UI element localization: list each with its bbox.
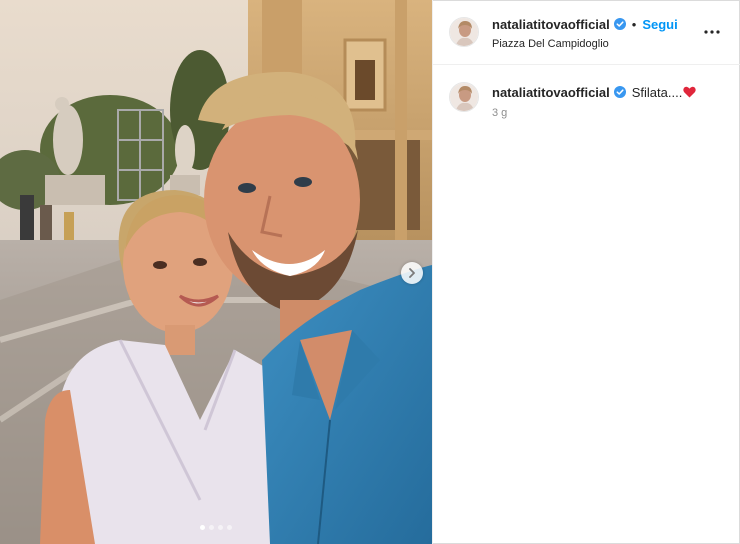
follow-button[interactable]: Segui bbox=[642, 17, 677, 32]
carousel-dot bbox=[200, 525, 205, 530]
separator-dot: • bbox=[631, 17, 637, 32]
avatar[interactable] bbox=[449, 17, 479, 47]
carousel-indicator bbox=[0, 525, 432, 530]
post-photo[interactable] bbox=[0, 0, 432, 544]
post-header: nataliatitovaofficial • Segui Piazza Del C… bbox=[433, 0, 740, 65]
caption-avatar[interactable] bbox=[449, 82, 479, 112]
post-location[interactable]: Piazza Del Campidoglio bbox=[492, 38, 609, 50]
carousel-dot bbox=[218, 525, 223, 530]
caption-username[interactable]: nataliatitovaofficial bbox=[492, 85, 610, 100]
post-username[interactable]: nataliatitovaofficial bbox=[492, 17, 610, 32]
carousel-dot bbox=[209, 525, 214, 530]
carousel-next-button[interactable] bbox=[401, 262, 423, 284]
verified-badge-icon bbox=[613, 86, 626, 98]
post-details-panel: nataliatitovaofficial • Segui Piazza Del C… bbox=[432, 0, 740, 544]
caption-text: Sfilata.... bbox=[631, 85, 683, 100]
avatar-image bbox=[450, 83, 478, 111]
more-options-icon[interactable] bbox=[702, 22, 722, 42]
carousel-dot bbox=[227, 525, 232, 530]
caption-comment: nataliatitovaofficial Sfilata.... 3 g bbox=[433, 65, 740, 135]
red-heart-icon bbox=[683, 86, 697, 98]
avatar-image bbox=[450, 18, 478, 46]
verified-badge-icon bbox=[613, 18, 626, 30]
caption-timestamp[interactable]: 3 g bbox=[492, 107, 507, 119]
post-image bbox=[0, 0, 432, 544]
chevron-right-icon bbox=[409, 268, 415, 278]
